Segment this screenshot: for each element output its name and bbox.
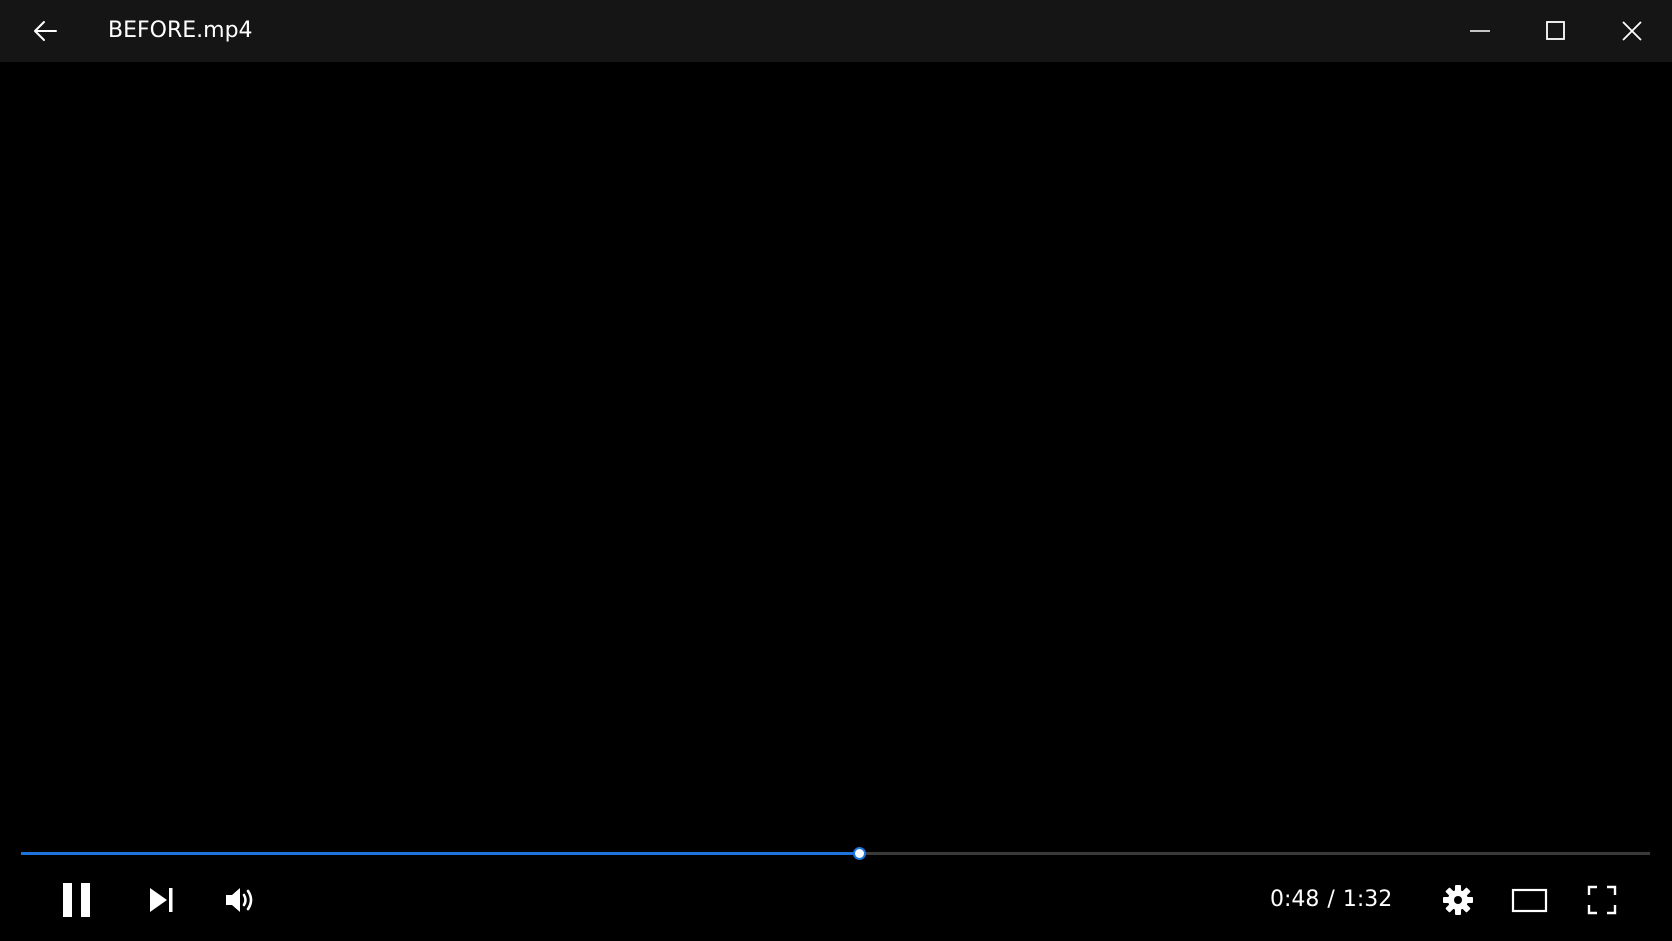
back-button[interactable]: [7, 0, 83, 62]
title-bar: BEFORE.mp4: [0, 0, 1672, 62]
pause-icon: [63, 883, 90, 917]
window-title: BEFORE.mp4: [108, 18, 253, 43]
time-separator: /: [1327, 887, 1335, 912]
settings-button[interactable]: [1428, 872, 1488, 928]
time-display: 0:48 / 1:32: [1270, 872, 1392, 928]
maximize-icon: [1546, 21, 1565, 40]
minimize-icon: [1470, 30, 1490, 32]
maximize-button[interactable]: [1518, 0, 1594, 62]
gear-icon: [1443, 885, 1473, 915]
skip-next-icon: [150, 888, 173, 912]
skip-next-button[interactable]: [131, 872, 191, 928]
fullscreen-button[interactable]: [1572, 872, 1632, 928]
seek-thumb[interactable]: [852, 847, 866, 860]
pause-button[interactable]: [47, 872, 107, 928]
total-duration: 1:32: [1342, 887, 1393, 912]
video-surface[interactable]: [0, 62, 1672, 842]
minimize-button[interactable]: [1442, 0, 1518, 62]
aspect-ratio-icon: [1511, 888, 1548, 913]
current-time: 0:48: [1270, 887, 1320, 912]
arrow-left-icon: [34, 21, 57, 41]
volume-button[interactable]: [212, 872, 272, 928]
volume-icon: [226, 888, 253, 912]
seek-progress-fill: [21, 852, 860, 855]
seek-bar[interactable]: [21, 842, 1650, 866]
close-icon: [1622, 21, 1642, 41]
fullscreen-icon: [1587, 885, 1617, 915]
close-button[interactable]: [1594, 0, 1670, 62]
aspect-ratio-button[interactable]: [1500, 872, 1560, 928]
media-player-window: BEFORE.mp4 0:48 / 1:32: [0, 0, 1672, 941]
